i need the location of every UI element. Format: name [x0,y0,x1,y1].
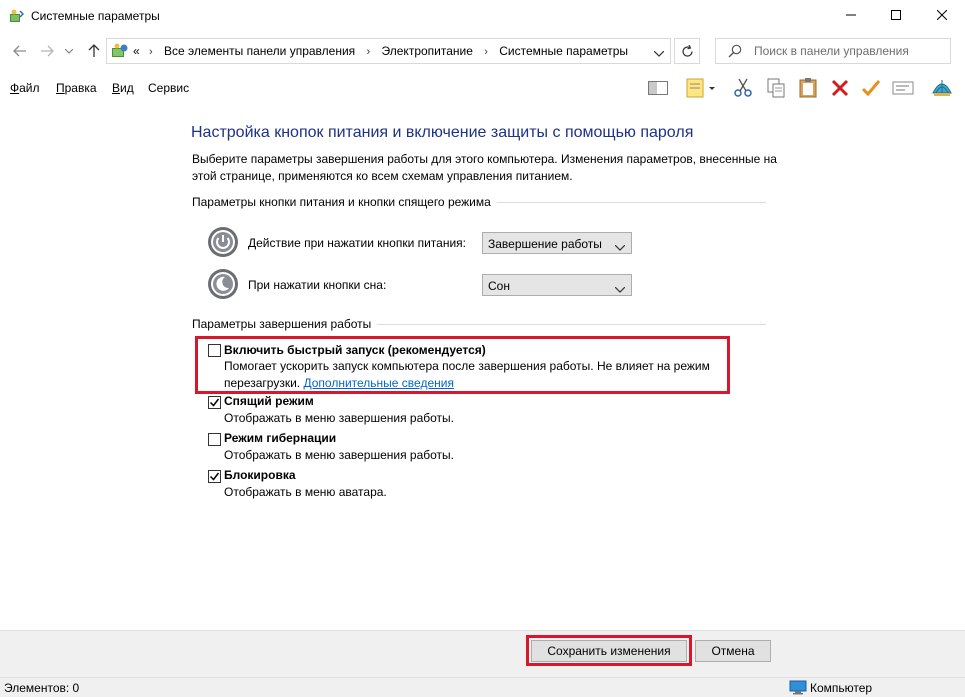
breadcrumb-item-power[interactable]: Электропитание [382,44,473,58]
menu-service[interactable]: Сервис [148,81,189,95]
delete-button[interactable] [828,76,852,100]
menu-view-accel: В [112,81,121,95]
preview-pane-icon [648,81,668,95]
checkmark-button[interactable] [859,76,883,100]
refresh-button[interactable] [674,38,700,64]
hibernate-checkbox[interactable] [208,433,221,446]
up-arrow-icon [88,44,100,57]
up-button[interactable] [84,42,104,60]
paste-button[interactable] [796,76,820,100]
rename-button[interactable] [891,76,915,100]
breadcrumb-separator: › [366,46,371,58]
search-input[interactable] [754,43,944,59]
cut-button[interactable] [731,76,755,100]
group-label-shutdown: Параметры завершения работы [192,317,378,331]
chevron-down-icon [614,282,626,296]
maximize-button[interactable] [873,0,919,30]
sleep-button-label: При нажатии кнопки сна: [248,278,387,292]
page-description: Выберите параметры завершения работы для… [192,152,777,183]
search-box[interactable] [715,38,951,64]
forward-button[interactable] [37,42,57,60]
location-zone: Компьютер [810,681,873,695]
page-title: Настройка кнопок питания и включение защ… [191,124,694,141]
clipboard-icon [799,78,817,98]
shell-icon [932,80,952,96]
address-dropdown-icon[interactable] [653,46,665,60]
delete-x-icon [831,79,849,97]
breadcrumb: « › Все элементы панели управления › Эле… [133,44,628,58]
properties-button[interactable] [684,76,718,100]
menu-bar: Файл Правка Вид Сервис [0,72,965,104]
lock-checkbox[interactable] [208,470,221,483]
hibernate-label[interactable]: Режим гибернации [224,431,336,445]
checkmark-icon [209,472,220,481]
title-bar: Системные параметры [0,0,965,32]
menu-view[interactable]: Вид [112,81,134,95]
breadcrumb-item-system-settings[interactable]: Системные параметры [499,44,628,58]
power-button-value: Завершение работы [488,237,602,251]
breadcrumb-separator: › [149,46,153,58]
preview-pane-button[interactable] [646,76,670,100]
menu-file-accel: Ф [10,81,20,95]
chevron-down-icon [614,240,626,254]
breadcrumb-item-all-items[interactable]: Все элементы панели управления [164,44,355,58]
power-button-label: Действие при нажатии кнопки питания: [248,236,467,250]
breadcrumb-overflow[interactable]: « [133,44,140,58]
copy-icon [767,78,785,98]
refresh-icon [681,44,693,57]
computer-icon [789,680,807,697]
recent-locations-button[interactable] [62,42,76,60]
highlight-box-save [526,635,692,666]
control-panel-icon [111,43,129,59]
highlight-box-fast-startup [195,336,730,394]
scissors-icon [734,78,752,97]
note-icon [686,78,715,98]
button-bar [0,630,965,678]
checkmark-icon [209,398,220,407]
sleep-checkbox[interactable] [208,396,221,409]
cancel-button[interactable]: Отмена [695,640,771,662]
menu-view-label: ид [120,81,134,95]
breadcrumb-separator: › [484,46,488,58]
power-options-icon [8,8,25,24]
chevron-down-icon [65,48,73,54]
back-button[interactable] [10,42,30,60]
rename-icon [892,81,914,95]
sleep-description: Отображать в меню завершения работы. [224,411,455,425]
group-label-buttons: Параметры кнопки питания и кнопки спящег… [192,195,497,209]
minimize-button[interactable] [828,0,874,30]
menu-edit[interactable]: Правка [56,81,97,95]
hibernate-description: Отображать в меню завершения работы. [224,448,455,462]
menu-file-label: айл [19,81,40,95]
status-bar: Элементов: 0 Компьютер [0,677,965,697]
window-title: Системные параметры [31,9,160,23]
menu-file[interactable]: Файл [10,81,40,95]
address-bar[interactable]: « › Все элементы панели управления › Эле… [106,38,671,64]
lock-description: Отображать в меню аватара. [224,485,387,499]
copy-button[interactable] [764,76,788,100]
sleep-button-value: Сон [488,279,510,293]
menu-edit-accel: П [56,81,65,95]
menu-edit-label: равка [64,81,97,95]
sleep-label[interactable]: Спящий режим [224,394,314,408]
search-icon [728,44,742,61]
checkmark-icon [861,80,881,97]
lock-label[interactable]: Блокировка [224,468,296,482]
sleep-button-select[interactable]: Сон [482,274,632,296]
web-button[interactable] [930,76,954,100]
forward-arrow-icon [41,45,54,57]
item-count: Элементов: 0 [4,681,80,695]
back-arrow-icon [13,45,26,57]
close-button[interactable] [919,0,965,30]
power-button-icon [207,226,239,258]
power-button-select[interactable]: Завершение работы [482,232,632,254]
sleep-button-icon [207,268,239,300]
